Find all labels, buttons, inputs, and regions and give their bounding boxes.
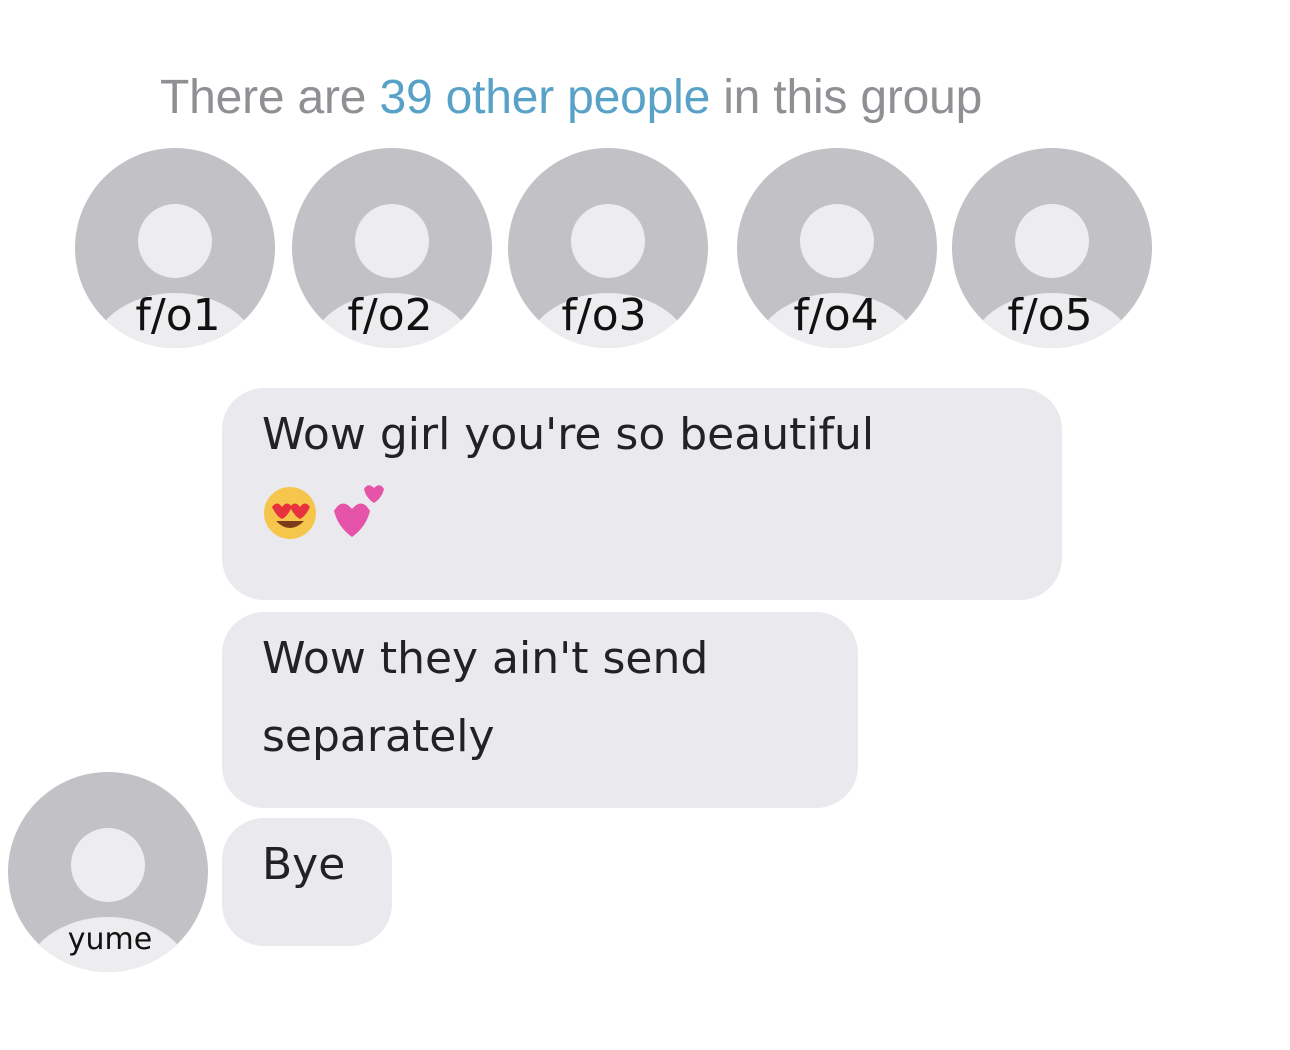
default-avatar-icon: [571, 204, 645, 278]
default-avatar-icon: [138, 204, 212, 278]
other-people-link[interactable]: 39 other people: [379, 71, 710, 124]
default-avatar-icon: [355, 204, 429, 278]
message-bubble-1[interactable]: Wow girl you're so beautiful: [222, 388, 1062, 600]
message-bubble-2[interactable]: Wow they ain't send separately: [222, 612, 858, 808]
group-info-prefix: There are: [160, 71, 380, 124]
member-label-4: f/o4: [793, 290, 879, 341]
message-text-1: Wow girl you're so beautiful: [262, 409, 875, 460]
member-label-2: f/o2: [347, 290, 433, 341]
message-text-2-line-2: separately: [262, 711, 495, 762]
message-text-3: Bye: [262, 839, 346, 890]
message-bubble-3[interactable]: Bye: [222, 818, 392, 946]
default-avatar-icon: [71, 828, 145, 902]
default-avatar-icon: [1015, 204, 1089, 278]
message-text-2-line-1: Wow they ain't send: [262, 633, 709, 684]
two-hearts-emoji-icon: [334, 485, 384, 537]
sender-name: yume: [67, 922, 153, 957]
heart-eyes-emoji-icon: [264, 487, 316, 539]
emoji-row: [262, 474, 1022, 552]
member-label-5: f/o5: [1007, 290, 1093, 341]
group-member-count: There are 39 other people in this group: [160, 70, 982, 125]
group-info-suffix: in this group: [710, 71, 983, 124]
member-label-3: f/o3: [561, 290, 647, 341]
default-avatar-icon: [800, 204, 874, 278]
member-label-1: f/o1: [135, 290, 221, 341]
